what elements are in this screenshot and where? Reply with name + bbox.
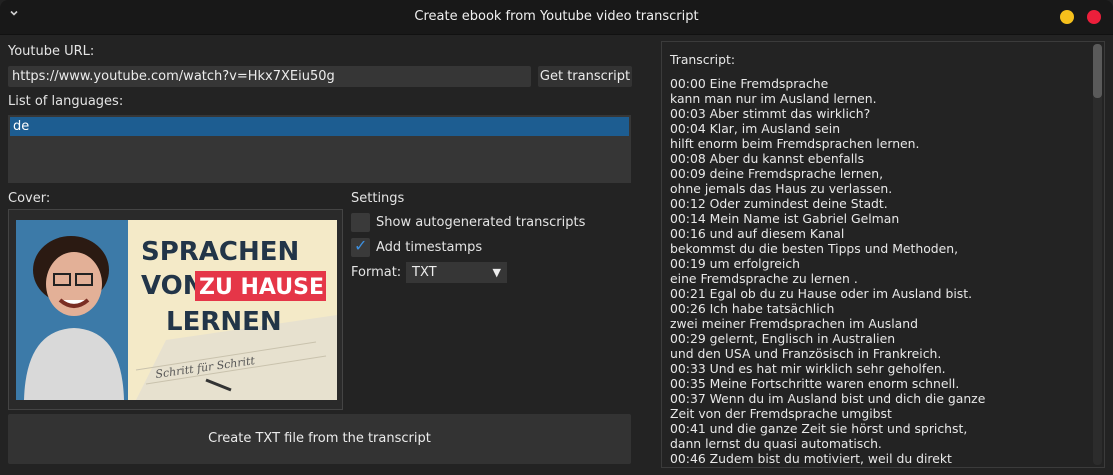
get-transcript-button[interactable]: Get transcript <box>538 66 632 87</box>
format-value: TXT <box>412 265 437 280</box>
languages-label: List of languages: <box>8 94 124 109</box>
settings-label: Settings <box>351 191 405 206</box>
transcript-line: 00:21 Egal ob du zu Hause oder im Auslan… <box>670 286 973 301</box>
thumbnail-line2b: ZU HAUSE <box>199 275 324 300</box>
transcript-line: 00:33 Und es hat mir wirklich sehr gehol… <box>670 361 946 376</box>
check-icon: ✓ <box>354 236 368 255</box>
transcript-line: bekommst du die besten Tipps und Methode… <box>670 241 959 256</box>
transcript-line: 00:35 Meine Fortschritte waren enorm sch… <box>670 376 960 391</box>
close-button[interactable] <box>1087 10 1101 24</box>
transcript-lines: 00:00 Eine Fremdsprache kann man nur im A… <box>670 76 1080 466</box>
app-window: Create ebook from Youtube video transcri… <box>0 0 1113 475</box>
transcript-line: und den USA und Französisch in Frankreic… <box>670 346 942 361</box>
transcript-text: Transcript: 00:00 Eine Fremdsprache kann … <box>670 52 1080 466</box>
transcript-line: 00:00 Eine Fremdsprache <box>670 76 829 91</box>
transcript-line: 00:12 Oder zumindest deine Stadt. <box>670 196 888 211</box>
transcript-line: 00:03 Aber stimmt das wirklich? <box>670 106 871 121</box>
cover-frame: SPRACHEN VON ZU HAUSE LERNEN Schritt für… <box>8 209 343 410</box>
autogenerated-checkbox[interactable] <box>351 213 370 232</box>
autogenerated-label: Show autogenerated transcripts <box>376 215 586 230</box>
transcript-line: ohne jemals das Haus zu verlassen. <box>670 181 893 196</box>
transcript-line: eine Fremdsprache zu lernen . <box>670 271 858 286</box>
transcript-line: 00:04 Klar, im Ausland sein <box>670 121 841 136</box>
transcript-line: 00:16 und auf diesem Kanal <box>670 226 845 241</box>
transcript-line: 00:19 um erfolgreich <box>670 256 801 271</box>
transcript-line: 00:09 deine Fremdsprache lernen, <box>670 166 884 181</box>
url-label: Youtube URL: <box>8 44 95 59</box>
thumbnail-line3: LERNEN <box>166 307 282 337</box>
transcript-line: 00:37 Wenn du im Ausland bist und dich d… <box>670 391 986 406</box>
window-title: Create ebook from Youtube video transcri… <box>414 9 699 24</box>
thumbnail-line1: SPRACHEN <box>141 237 299 267</box>
transcript-line: kann man nur im Ausland lernen. <box>670 91 877 106</box>
transcript-line: 00:26 Ich habe tatsächlich <box>670 301 835 316</box>
timestamps-checkbox[interactable]: ✓ <box>351 236 370 257</box>
cover-thumbnail: SPRACHEN VON ZU HAUSE LERNEN Schritt für… <box>16 220 337 400</box>
format-label: Format: <box>351 265 402 280</box>
transcript-line: Zeit von der Fremdsprache umgibst <box>670 406 892 421</box>
format-select[interactable]: TXT ▼ <box>406 262 507 283</box>
transcript-line: 00:29 gelernt, Englisch in Australien <box>670 331 896 346</box>
transcript-line: 00:41 und die ganze Zeit sie hörst und s… <box>670 421 968 436</box>
transcript-line: 00:46 Zudem bist du motiviert, weil du d… <box>670 451 952 466</box>
transcript-line: 00:08 Aber du kannst ebenfalls <box>670 151 865 166</box>
cover-label: Cover: <box>8 191 51 206</box>
timestamps-label: Add timestamps <box>376 240 483 255</box>
dropdown-arrow-icon: ▼ <box>492 266 501 279</box>
scrollbar-thumb[interactable] <box>1093 44 1102 98</box>
transcript-heading: Transcript: <box>670 52 735 67</box>
url-input[interactable]: https://www.youtube.com/watch?v=Hkx7XEiu… <box>8 66 531 87</box>
transcript-panel[interactable]: Transcript: 00:00 Eine Fremdsprache kann … <box>661 41 1105 468</box>
transcript-line: zwei meiner Fremdsprachen im Ausland <box>670 316 918 331</box>
create-file-button[interactable]: Create TXT file from the transcript <box>8 414 631 464</box>
languages-list[interactable]: de <box>8 115 631 183</box>
title-bar: Create ebook from Youtube video transcri… <box>0 0 1113 35</box>
transcript-scrollbar[interactable] <box>1093 44 1102 465</box>
transcript-line: 00:14 Mein Name ist Gabriel Gelman <box>670 211 900 226</box>
minimize-button[interactable] <box>1060 10 1074 24</box>
transcript-line: hilft enorm beim Fremdsprachen lernen. <box>670 136 920 151</box>
language-item[interactable]: de <box>10 117 629 136</box>
transcript-line: dann lernst du quasi automatisch. <box>670 436 882 451</box>
